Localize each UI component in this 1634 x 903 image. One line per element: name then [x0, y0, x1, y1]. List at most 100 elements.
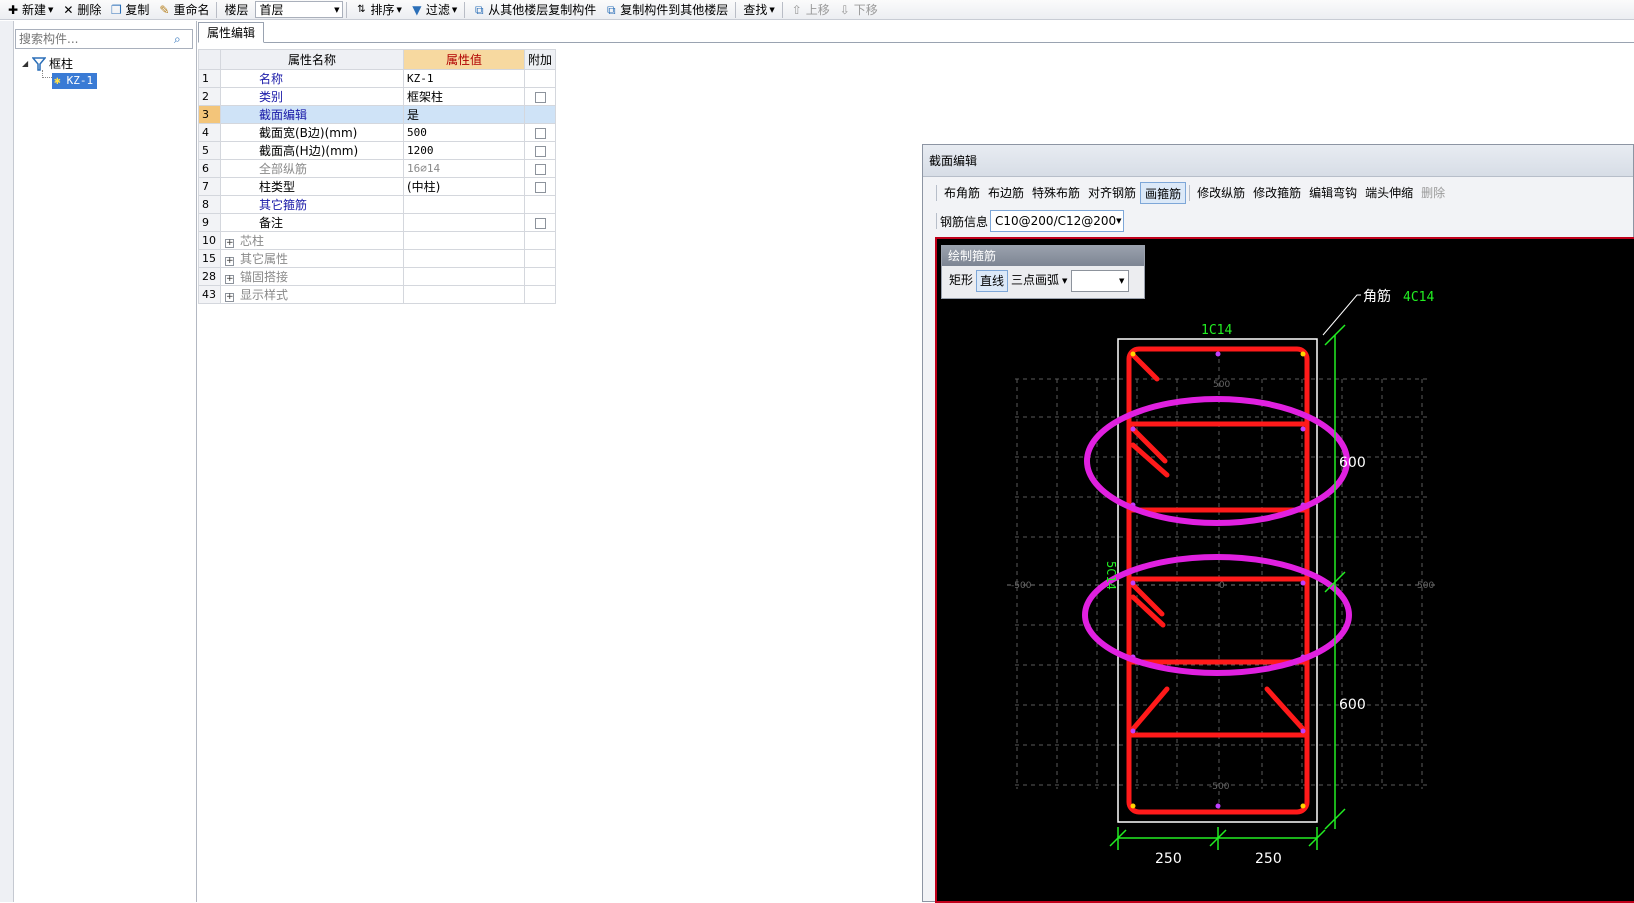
chevron-down-icon: ▼: [1116, 217, 1122, 225]
floor-select[interactable]: 首层 ▼: [255, 1, 344, 18]
extra-checkbox[interactable]: [534, 163, 546, 175]
collapse-icon[interactable]: ◢: [22, 59, 32, 68]
table-row[interactable]: 7 柱类型 (中柱): [198, 177, 557, 196]
edge-rebar[interactable]: [1300, 728, 1306, 734]
table-row[interactable]: 10 + 芯柱: [198, 231, 557, 250]
edit-hook-button[interactable]: 编辑弯钩: [1305, 182, 1361, 204]
end-stretch-button[interactable]: 端头伸缩: [1361, 182, 1417, 204]
find-button[interactable]: 查找 ▼: [739, 1, 778, 19]
header-num: [198, 49, 221, 70]
draw-mode-select[interactable]: ▼: [1071, 270, 1130, 292]
expand-icon[interactable]: +: [225, 275, 234, 284]
edge-rebar[interactable]: [1130, 426, 1136, 432]
extra-cell: [523, 69, 557, 88]
table-row[interactable]: 43 + 显示样式: [198, 285, 557, 304]
rename-button[interactable]: ✎ 重命名: [153, 1, 213, 19]
table-row[interactable]: 4 截面宽(B边)(mm) 500: [198, 123, 557, 142]
property-value: [403, 249, 525, 268]
edge-rebar[interactable]: [1300, 580, 1306, 586]
edge-rebar[interactable]: [1215, 803, 1221, 809]
property-group[interactable]: + 显示样式: [220, 285, 404, 304]
draw-stirrup-button[interactable]: 画箍筋: [1140, 182, 1187, 204]
move-down-button[interactable]: ⇩ 下移: [834, 1, 882, 19]
expand-icon[interactable]: +: [225, 293, 234, 302]
property-group[interactable]: + 锚固搭接: [220, 267, 404, 286]
extra-cell: [523, 105, 557, 124]
dropdown-caret-icon[interactable]: ▼: [1062, 277, 1067, 285]
row-number: 10: [198, 231, 221, 250]
delete-button[interactable]: 删除: [1417, 182, 1449, 204]
align-rebar-button[interactable]: 对齐钢筋: [1084, 182, 1140, 204]
tab-property-edit[interactable]: 属性编辑: [198, 22, 265, 43]
edge-rebar[interactable]: [1130, 728, 1136, 734]
copy-button[interactable]: ❐ 复制: [105, 1, 153, 19]
rectangle-button[interactable]: 矩形: [946, 270, 976, 292]
rebar-info-select[interactable]: C10@200/C12@200 ▼: [990, 210, 1125, 232]
tree-node-kz1[interactable]: ✱ KZ-1: [52, 72, 98, 89]
extra-checkbox[interactable]: [534, 91, 546, 103]
extra-cell: [523, 159, 557, 178]
tree-node-root[interactable]: ◢ 框柱: [22, 55, 97, 72]
property-value[interactable]: 是: [403, 105, 525, 124]
table-row[interactable]: 15 + 其它属性: [198, 249, 557, 268]
property-group[interactable]: + 其它属性: [220, 249, 404, 268]
new-icon: ✚: [7, 2, 19, 17]
line-button[interactable]: 直线: [976, 270, 1009, 292]
expand-icon[interactable]: +: [225, 257, 234, 266]
modify-stirrup-button[interactable]: 修改箍筋: [1249, 182, 1305, 204]
table-row[interactable]: 5 截面高(H边)(mm) 1200: [198, 141, 557, 160]
corner-rebar[interactable]: [1300, 351, 1306, 357]
table-row[interactable]: 6 全部纵筋 16⌀14: [198, 159, 557, 178]
property-value[interactable]: [403, 213, 525, 232]
gear-icon: ✱: [54, 74, 61, 87]
extra-checkbox[interactable]: [534, 127, 546, 139]
property-value[interactable]: [403, 195, 525, 214]
dim-label-600-top: 600: [1339, 455, 1366, 471]
corner-rebar[interactable]: [1300, 803, 1306, 809]
edge-rebar-button[interactable]: 布边筋: [984, 182, 1028, 204]
extra-checkbox[interactable]: [534, 217, 546, 229]
property-value[interactable]: 框架柱: [403, 87, 525, 106]
extra-checkbox[interactable]: [534, 181, 546, 193]
table-row[interactable]: 2 类别 框架柱: [198, 87, 557, 106]
property-value[interactable]: KZ-1: [403, 69, 525, 88]
property-value[interactable]: 1200: [403, 141, 525, 160]
corner-rebar[interactable]: [1130, 351, 1136, 357]
edge-rebar[interactable]: [1130, 580, 1136, 586]
search-input[interactable]: [16, 31, 166, 47]
copy-from-floor-button[interactable]: ⧉ 从其他楼层复制构件: [468, 1, 600, 19]
expand-icon[interactable]: +: [225, 239, 234, 248]
property-value[interactable]: (中柱): [403, 177, 525, 196]
table-row[interactable]: 28 + 锚固搭接: [198, 267, 557, 286]
filter-button[interactable]: ▼ 过滤 ▼: [406, 1, 461, 19]
section-canvas[interactable]: 500 -500 -500 500 0 角筋 4C14 1C14 5C14 60…: [935, 237, 1634, 903]
corner-rebar[interactable]: [1130, 803, 1136, 809]
dialog-title: 截面编辑: [923, 145, 1633, 177]
sort-button[interactable]: ⇅ 排序 ▼: [350, 1, 405, 19]
table-row[interactable]: 9 备注: [198, 213, 557, 232]
property-name: 截面宽(B边)(mm): [220, 123, 404, 142]
extra-checkbox[interactable]: [534, 145, 546, 157]
special-rebar-button[interactable]: 特殊布筋: [1028, 182, 1084, 204]
new-button[interactable]: ✚ 新建 ▼: [2, 1, 57, 19]
extra-cell: [523, 213, 557, 232]
property-value[interactable]: 500: [403, 123, 525, 142]
property-group[interactable]: + 芯柱: [220, 231, 404, 250]
table-row-selected[interactable]: 3 截面编辑 是: [198, 105, 557, 124]
toolbar-separator: [936, 185, 937, 201]
table-row[interactable]: 1 名称 KZ-1: [198, 69, 557, 88]
extra-cell: [523, 141, 557, 160]
search-icon[interactable]: ⌕: [174, 32, 188, 46]
table-row[interactable]: 8 其它箍筋: [198, 195, 557, 214]
property-name: 柱类型: [220, 177, 404, 196]
delete-button[interactable]: ✕ 删除: [57, 1, 105, 19]
corner-rebar-button[interactable]: 布角筋: [940, 182, 984, 204]
edge-rebar[interactable]: [1300, 426, 1306, 432]
property-name: 截面高(H边)(mm): [220, 141, 404, 160]
edge-rebar[interactable]: [1215, 351, 1221, 357]
rebar-info-label: 钢筋信息: [940, 214, 989, 229]
move-up-button[interactable]: ⇧ 上移: [786, 1, 834, 19]
copy-to-floor-button[interactable]: ⧉ 复制构件到其他楼层: [600, 1, 732, 19]
three-point-arc-button[interactable]: 三点画弧: [1008, 270, 1062, 292]
modify-longitudinal-button[interactable]: 修改纵筋: [1193, 182, 1249, 204]
